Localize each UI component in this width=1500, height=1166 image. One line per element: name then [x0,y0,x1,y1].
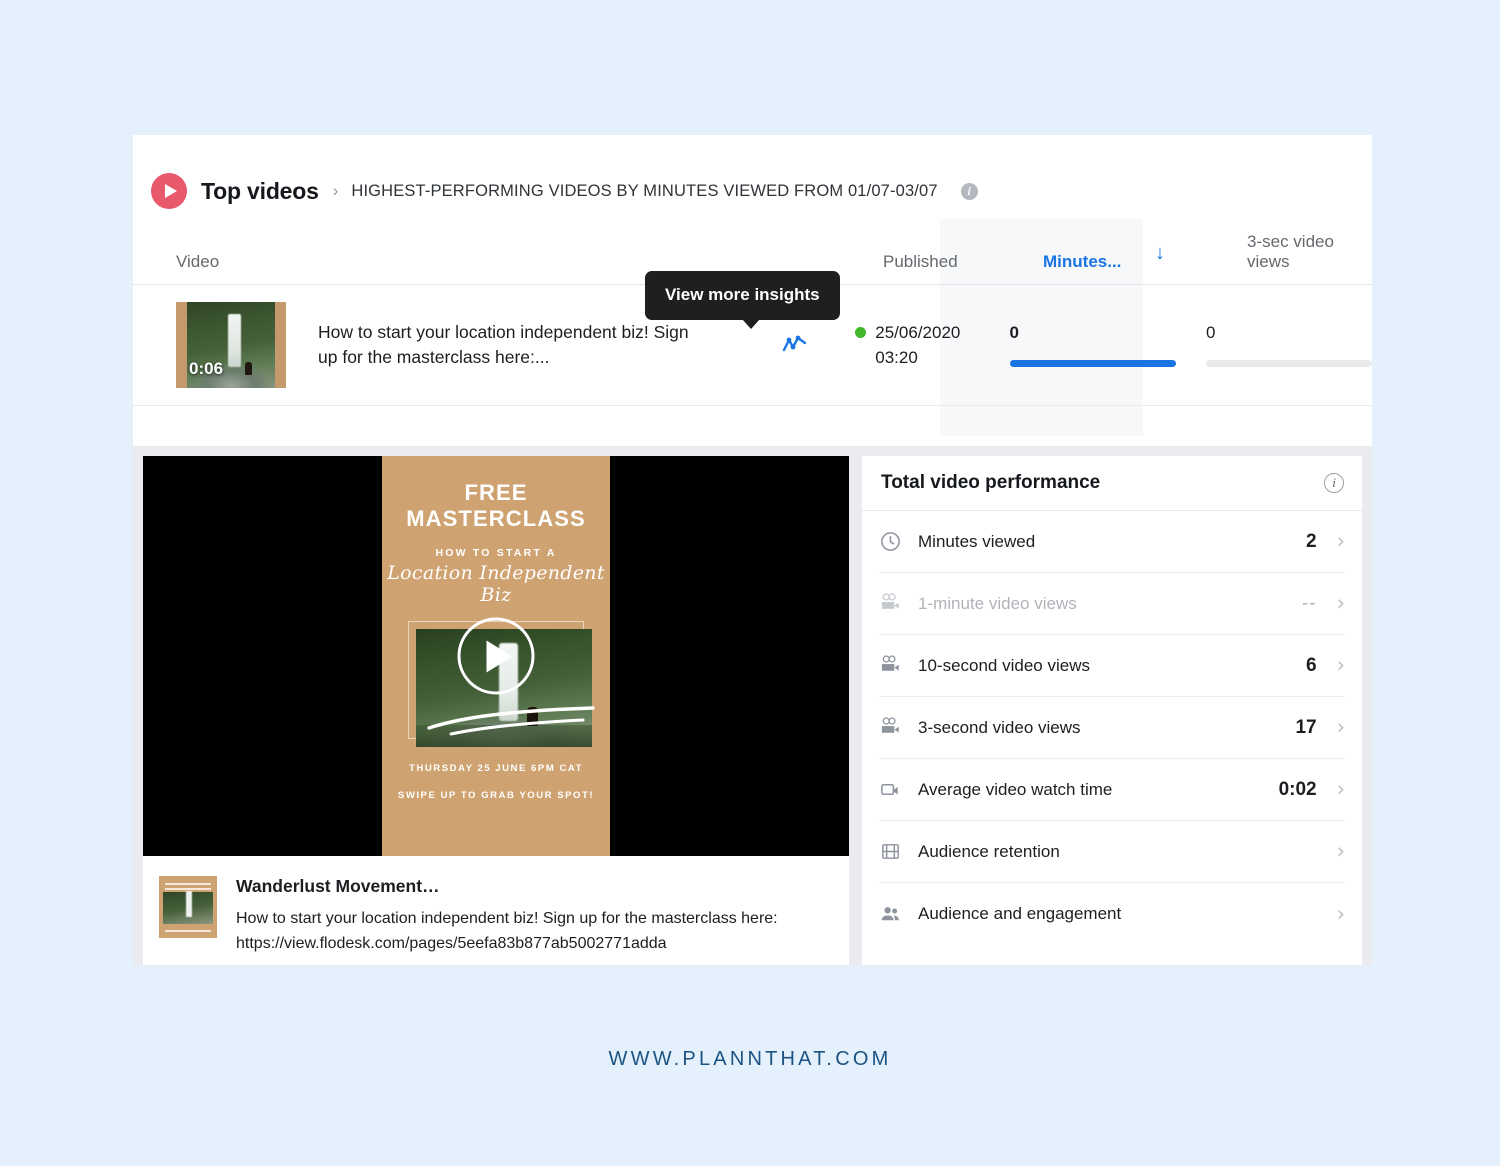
performance-label: 3-second video views [918,717,1081,737]
chevron-right-icon[interactable]: › [1337,903,1345,925]
page-name[interactable]: Wanderlust Movement… [236,876,826,897]
minutes-value: 0 [1009,323,1019,342]
performance-value: -- [1301,592,1317,614]
top-videos-card: Top videos › HIGHEST-PERFORMING VIDEOS B… [133,135,1372,446]
view-more-insights-tooltip: View more insights [645,271,840,329]
chevron-right-icon[interactable]: › [1337,593,1345,614]
post-thumbnail[interactable] [159,876,217,938]
chevron-right-icon[interactable]: › [1337,779,1345,800]
caption-text: How to start your location independent b… [236,910,778,952]
page-title: Top videos [201,177,319,204]
site-footer: WWW.PLANNTHAT.COM [608,1048,892,1070]
performance-header: Total video performance i [862,456,1362,511]
caption-body: Wanderlust Movement… How to start your l… [236,876,826,956]
top-videos-header: Top videos › HIGHEST-PERFORMING VIDEOS B… [133,135,1372,219]
tooltip-label: View more insights [665,285,820,304]
performance-label: 1-minute video views [918,593,1077,613]
cell-minutes-viewed: 0 [987,323,1182,367]
performance-value: 17 [1295,716,1317,738]
person-shape [526,706,538,726]
performance-value: 0:02 [1278,778,1317,800]
film-icon [879,840,911,863]
column-header-video[interactable]: Video [133,252,763,272]
camera-icon [879,592,911,615]
story-headline: FREE MASTERCLASS [406,480,586,531]
story-date-line: THURSDAY 25 JUNE 6PM CAT [409,763,583,774]
camcorder-icon [879,778,911,801]
3sec-bar [1206,360,1372,367]
performance-row-audience-and-engagement[interactable]: Audience and engagement › [879,883,1345,945]
play-circle-icon [151,173,187,209]
minutes-bar [1009,360,1176,367]
info-icon[interactable]: i [1324,473,1344,493]
performance-value: 2 [1306,530,1317,552]
breadcrumb-separator: › [332,181,339,200]
play-button-icon[interactable] [457,617,535,695]
performance-row-average-video-watch-time[interactable]: Average video watch time 0:02 › [879,759,1345,821]
performance-label: 10-second video views [918,655,1090,675]
thumbnail-text-line [165,888,211,890]
3sec-value: 0 [1206,323,1216,342]
cell-published: 25/06/2020 03:20 [855,320,986,370]
video-title[interactable]: How to start your location independent b… [318,320,698,370]
trend-line-icon[interactable] [782,334,808,356]
cell-insights[interactable] [738,334,855,356]
sort-descending-icon[interactable]: ↓ [1155,243,1165,263]
performance-value: 6 [1306,654,1317,676]
camera-icon [879,716,911,739]
chevron-right-icon[interactable]: › [1337,717,1345,738]
total-video-performance-card: Total video performance i Minutes viewed… [862,456,1362,965]
performance-row-minutes-viewed[interactable]: Minutes viewed 2 › [879,511,1345,573]
performance-title: Total video performance [881,472,1101,493]
chevron-right-icon[interactable]: › [1337,655,1345,676]
top-videos-subtitle: HIGHEST-PERFORMING VIDEOS BY MINUTES VIE… [351,181,938,200]
people-icon [879,903,911,926]
chevron-right-icon[interactable]: › [1337,531,1345,552]
column-header-minutes-label: Minutes... [1043,252,1122,271]
story-subhead: HOW TO START A [435,547,557,559]
performance-label: Audience retention [918,841,1060,861]
thumbnail-text-line [165,883,211,885]
status-dot [855,327,867,338]
video-duration-label: 0:06 [189,359,224,378]
performance-row-10-second-video-views[interactable]: 10-second video views 6 › [879,635,1345,697]
column-header-minutes[interactable]: Minutes... ↓ [1020,243,1223,272]
post-preview-card: FREE MASTERCLASS HOW TO START A Location… [143,456,849,965]
waterfall-shape [227,314,241,368]
clock-icon [879,530,911,553]
waterfall-shape [185,890,192,917]
foliage-shape [416,725,592,747]
post-caption: Wanderlust Movement… How to start your l… [143,856,849,956]
performance-row-audience-retention[interactable]: Audience retention › [879,821,1345,883]
performance-label: Average video watch time [918,779,1113,799]
published-time: 03:20 [875,348,918,367]
person-shape [245,362,253,376]
info-icon[interactable]: i [960,182,978,200]
performance-label: Audience and engagement [918,904,1122,923]
video-thumbnail[interactable]: 0:06 [176,302,286,388]
published-date: 25/06/2020 [875,323,961,342]
facebook-video-insights-screenshot: Top videos › HIGHEST-PERFORMING VIDEOS B… [133,135,1372,965]
performance-row-1-minute-video-views[interactable]: 1-minute video views -- › [879,573,1345,635]
camera-icon [879,654,911,677]
story-script-line: Location Independent Biz [387,562,605,606]
video-player[interactable]: FREE MASTERCLASS HOW TO START A Location… [143,456,849,856]
post-detail-section: FREE MASTERCLASS HOW TO START A Location… [133,446,1372,965]
thumbnail-text-line [165,930,211,932]
cell-3sec-views: 0 [1182,323,1372,367]
chevron-right-icon[interactable]: › [1337,841,1345,862]
column-header-published[interactable]: Published [883,252,1020,272]
performance-label: Minutes viewed [918,531,1036,551]
performance-row-3-second-video-views[interactable]: 3-second video views 17 › [879,697,1345,759]
column-header-3sec-views[interactable]: 3-sec video views [1223,232,1372,272]
story-cta-line: SWIPE UP TO GRAB YOUR SPOT! [397,790,595,801]
